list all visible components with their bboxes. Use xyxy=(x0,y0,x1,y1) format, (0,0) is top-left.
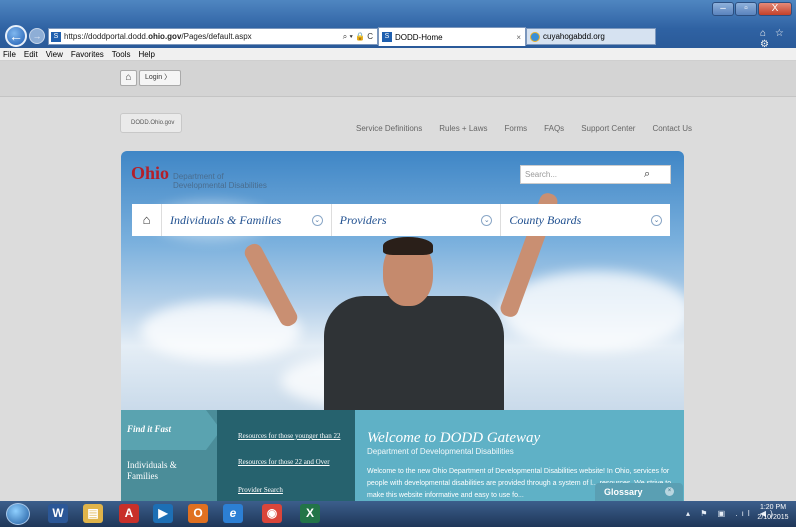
top-links: Service Definitions Rules + Laws Forms F… xyxy=(356,124,692,133)
outlook-icon[interactable]: O xyxy=(188,504,208,523)
link-forms[interactable]: Forms xyxy=(505,124,528,133)
dodd-ohio-link[interactable]: DODD.Ohio.gov xyxy=(120,113,182,133)
tab-close-icon[interactable]: × xyxy=(516,33,521,42)
find-individuals-families[interactable]: Individuals & Families xyxy=(127,460,197,482)
menu-favorites[interactable]: Favorites xyxy=(71,50,104,59)
nav-individuals-families[interactable]: Individuals & Families ⌄ xyxy=(162,204,332,236)
nav-label: County Boards xyxy=(509,212,582,227)
menu-bar: File Edit View Favorites Tools Help xyxy=(0,48,796,61)
address-tools[interactable]: ⌕ ▾ 🔒 C xyxy=(343,32,373,42)
person-hair xyxy=(383,237,433,255)
nav-label: Individuals & Families xyxy=(170,212,282,227)
link-service-definitions[interactable]: Service Definitions xyxy=(356,124,422,133)
internet-explorer-icon[interactable]: e xyxy=(223,504,243,523)
tab-title: cuyahogabdd.org xyxy=(543,32,605,41)
nav-county-boards[interactable]: County Boards ⌄ xyxy=(501,204,670,236)
search-icon[interactable]: ⌕ xyxy=(644,168,650,181)
ohio-dodd-logo[interactable]: Ohio Department of Developmental Disabil… xyxy=(131,163,267,190)
close-button[interactable]: X xyxy=(758,2,792,16)
url-domain: ohio.gov xyxy=(148,32,182,41)
forward-arrow-icon[interactable]: → xyxy=(29,28,45,44)
logo-dept-line2: Developmental Disabilities xyxy=(173,181,267,190)
find-it-fast-title: Find it Fast xyxy=(127,424,172,434)
logo-ohio: Ohio xyxy=(131,163,170,183)
minimize-button[interactable]: – xyxy=(712,2,734,16)
tab-title: DODD-Home xyxy=(395,32,443,42)
nav-providers[interactable]: Providers ⌄ xyxy=(332,204,502,236)
clock-date: 2/10/2015 xyxy=(757,514,789,521)
chevron-down-icon[interactable]: ⌄ xyxy=(481,214,493,226)
chevron-down-icon[interactable]: ⌄ xyxy=(311,214,323,226)
url-suffix: /Pages/default.aspx xyxy=(181,32,252,41)
cloud xyxy=(501,271,684,351)
link-resources-under-22[interactable]: Resources for those younger than 22 xyxy=(238,432,340,440)
chrome-icon[interactable]: ◉ xyxy=(262,504,282,523)
browser-toolbar-icons[interactable]: ⌂ ☆ ⚙ xyxy=(760,28,796,50)
ie-favicon-icon xyxy=(530,31,540,42)
welcome-subtitle: Department of Developmental Disabilities xyxy=(367,447,514,456)
url-prefix: https://doddportal.dodd. xyxy=(64,32,149,41)
glossary-close-icon[interactable]: × xyxy=(665,487,674,496)
link-provider-search[interactable]: Provider Search xyxy=(238,486,283,494)
link-contact-us[interactable]: Contact Us xyxy=(652,124,692,133)
media-player-icon[interactable]: ▶ xyxy=(153,504,173,523)
link-rules-laws[interactable]: Rules + Laws xyxy=(439,124,487,133)
logo-department: Department of Developmental Disabilities xyxy=(173,172,267,190)
access-icon[interactable]: A xyxy=(119,504,139,523)
link-faqs[interactable]: FAQs xyxy=(544,124,564,133)
tab-cuyahogabdd[interactable]: cuyahogabdd.org xyxy=(526,28,656,45)
menu-tools[interactable]: Tools xyxy=(112,50,131,59)
welcome-title: Welcome to DODD Gateway xyxy=(367,430,541,446)
nav-home-icon[interactable]: ⌂ xyxy=(132,204,162,236)
clock[interactable]: 1:20 PM 2/10/2015 xyxy=(753,503,793,523)
home-icon[interactable]: ⌂ xyxy=(120,70,137,86)
login-button[interactable]: Login 〉 xyxy=(139,70,181,86)
nav-label: Providers xyxy=(339,212,387,227)
main-navigation: ⌂ Individuals & Families ⌄ Providers ⌄ C… xyxy=(132,204,670,236)
back-arrow-icon[interactable]: ← xyxy=(5,25,27,47)
menu-edit[interactable]: Edit xyxy=(24,50,38,59)
menu-help[interactable]: Help xyxy=(138,50,154,59)
logo-dept-line1: Department of xyxy=(173,172,224,181)
address-bar[interactable]: S https://doddportal.dodd. ohio.gov/Pages… xyxy=(48,28,378,45)
window-controls: – ▫ X xyxy=(712,2,792,16)
link-resources-22-over[interactable]: Resources for those 22 and Over xyxy=(238,458,330,466)
start-button[interactable] xyxy=(6,503,30,525)
maximize-button[interactable]: ▫ xyxy=(735,2,757,16)
menu-view[interactable]: View xyxy=(46,50,63,59)
clock-time: 1:20 PM xyxy=(759,504,787,511)
tab-dodd-home[interactable]: S DODD-Home × xyxy=(378,27,526,46)
link-support-center[interactable]: Support Center xyxy=(581,124,635,133)
chevron-down-icon[interactable]: ⌄ xyxy=(651,214,663,226)
word-icon[interactable]: W xyxy=(48,504,68,523)
file-explorer-icon[interactable]: ▤ xyxy=(83,504,103,523)
menu-file[interactable]: File xyxy=(3,50,16,59)
person-shirt xyxy=(324,296,504,411)
dodd-favicon-icon: S xyxy=(382,32,392,42)
dodd-favicon-icon: S xyxy=(51,31,61,42)
excel-icon[interactable]: X xyxy=(300,504,320,523)
